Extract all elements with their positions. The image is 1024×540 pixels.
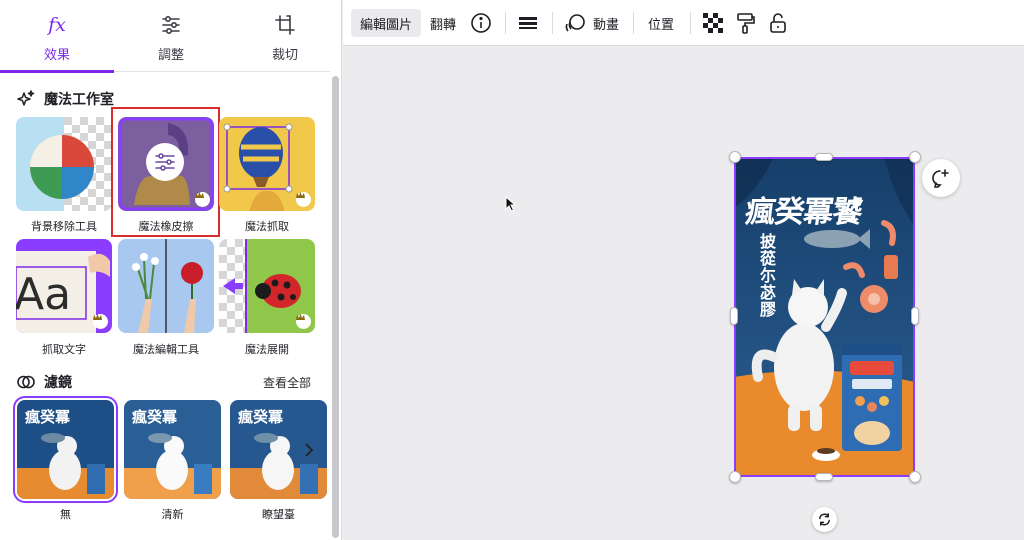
- background-remover-tile[interactable]: [16, 117, 112, 211]
- resize-handle-right[interactable]: [911, 307, 919, 325]
- resize-handle-bl[interactable]: [729, 471, 741, 483]
- resize-handle-tr[interactable]: [909, 151, 921, 163]
- position-label: 位置: [648, 17, 675, 33]
- transparency-icon: [703, 13, 723, 33]
- info-button[interactable]: [470, 9, 492, 37]
- magic-grab-tile[interactable]: [219, 117, 315, 211]
- resize-handle-left[interactable]: [730, 307, 738, 325]
- context-toolbar: 編輯圖片 翻轉 動畫 位置: [343, 0, 1024, 46]
- magic-edit-label: 魔法編輯工具: [133, 343, 199, 356]
- filter-lookout-label: 瞭望臺: [262, 508, 295, 521]
- sparkle-icon: [17, 90, 35, 106]
- filters-icon: [17, 375, 35, 389]
- filter-fresh-label: 清新: [161, 508, 184, 521]
- tab-adjust[interactable]: 調整: [114, 0, 228, 72]
- border-style-icon: [519, 17, 537, 29]
- filter-none-label: 無: [60, 508, 71, 521]
- tab-effects-label: 效果: [43, 48, 70, 63]
- magic-studio-heading: 魔法工作室: [16, 88, 114, 110]
- filters-heading: 濾鏡: [16, 371, 72, 393]
- paint-roller-icon: [737, 13, 755, 34]
- comment-plus-icon: [932, 169, 949, 188]
- magic-studio-title: 魔法工作室: [44, 92, 114, 108]
- border-style-button[interactable]: [517, 9, 539, 37]
- transparency-button[interactable]: [703, 9, 723, 37]
- filters-title: 濾鏡: [44, 375, 72, 391]
- svg-text:瘋癸冪: 瘋癸冪: [237, 408, 284, 426]
- poster-image[interactable]: 瘋癸冪饕 披蓯尓苾膠: [734, 157, 915, 477]
- grab-text-label: 抓取文字: [42, 343, 86, 356]
- add-comment-button[interactable]: [922, 159, 960, 197]
- magic-edit-tile[interactable]: [118, 239, 214, 333]
- grab-text-tile[interactable]: Aa: [16, 239, 112, 333]
- poster-headline: 瘋癸冪饕: [743, 195, 864, 230]
- svg-text:瘋癸冪: 瘋癸冪: [131, 408, 178, 426]
- crown-icon: [296, 192, 311, 207]
- panel-scrollbar[interactable]: [331, 72, 340, 538]
- unlock-icon: [770, 13, 786, 33]
- crop-icon: [275, 15, 295, 35]
- sliders-icon: [162, 15, 180, 35]
- edit-image-button[interactable]: 編輯圖片: [351, 9, 422, 37]
- resize-handle-top[interactable]: [815, 153, 833, 161]
- tab-adjust-label: 調整: [157, 48, 184, 63]
- edit-image-label: 編輯圖片: [360, 17, 413, 33]
- lock-button[interactable]: [767, 9, 789, 37]
- filter-none[interactable]: 瘋癸冪: [17, 400, 114, 499]
- crown-icon: [296, 314, 311, 329]
- animate-label: 動畫: [593, 17, 620, 33]
- see-all-link[interactable]: 查看全部: [263, 374, 311, 391]
- tab-crop-label: 裁切: [271, 48, 298, 63]
- filter-fresh[interactable]: 瘋癸冪: [124, 400, 221, 499]
- flip-label: 翻轉: [430, 17, 457, 33]
- mouse-cursor-icon: [505, 196, 517, 212]
- rotate-icon: [819, 513, 830, 526]
- resize-handle-bottom[interactable]: [815, 473, 833, 481]
- chevron-right-icon: [305, 443, 314, 457]
- flip-button[interactable]: 翻轉: [430, 9, 456, 37]
- crown-icon: [93, 314, 108, 329]
- svg-text:瘋癸冪: 瘋癸冪: [24, 408, 71, 426]
- rotate-button[interactable]: [812, 507, 837, 532]
- animate-button[interactable]: 動畫: [565, 9, 619, 37]
- background-remover-label: 背景移除工具: [31, 220, 97, 233]
- magic-expand-tile[interactable]: [219, 239, 315, 333]
- effects-panel: fx 效果 調整 裁切 魔法工作室 背景移除工具 魔法橡皮擦 魔法抓取 Aa 抓…: [0, 0, 342, 540]
- resize-handle-tl[interactable]: [729, 151, 741, 163]
- highlight-box: [111, 107, 220, 237]
- fx-icon: fx: [48, 14, 66, 36]
- magic-grab-label: 魔法抓取: [245, 220, 289, 233]
- svg-text:Aa: Aa: [16, 269, 71, 320]
- tab-crop[interactable]: 裁切: [228, 0, 342, 72]
- filters-next-button[interactable]: [298, 437, 320, 463]
- magic-expand-label: 魔法展開: [245, 343, 289, 356]
- resize-handle-br[interactable]: [909, 471, 921, 483]
- tab-effects[interactable]: fx 效果: [0, 0, 114, 73]
- animate-icon: [565, 14, 585, 32]
- copy-style-button[interactable]: [735, 9, 757, 37]
- panel-tabs: fx 效果 調整 裁切: [0, 0, 330, 73]
- poster-subheadline: 披蓯尓苾膠: [760, 232, 777, 319]
- position-button[interactable]: 位置: [648, 9, 674, 37]
- info-icon: [471, 13, 491, 33]
